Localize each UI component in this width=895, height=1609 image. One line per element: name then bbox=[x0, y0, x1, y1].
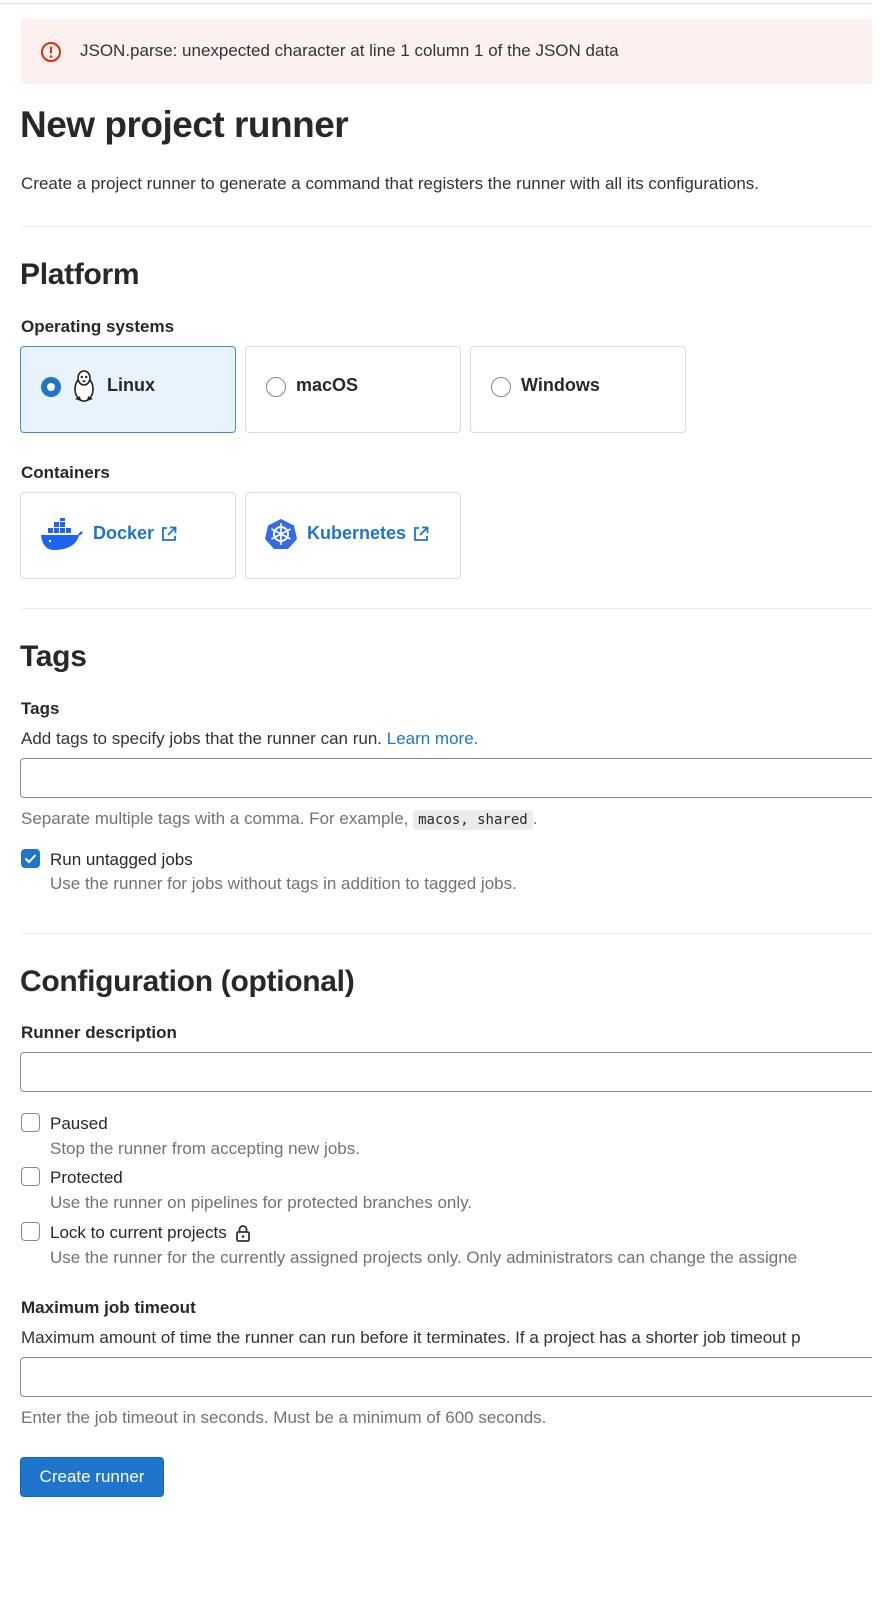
configuration-heading: Configuration (optional) bbox=[20, 965, 355, 998]
error-icon bbox=[41, 42, 61, 62]
tags-description: Add tags to specify jobs that the runner… bbox=[21, 729, 478, 749]
lock-label[interactable]: Lock to current projects bbox=[50, 1223, 251, 1243]
paused-checkbox[interactable] bbox=[21, 1113, 40, 1132]
windows-label: Windows bbox=[521, 375, 600, 395]
alert-message: JSON.parse: unexpected character at line… bbox=[80, 41, 619, 60]
lock-icon bbox=[235, 1225, 250, 1242]
timeout-input[interactable] bbox=[20, 1357, 872, 1397]
run-untagged-checkbox[interactable] bbox=[21, 849, 40, 868]
page-content: JSON.parse: unexpected character at line… bbox=[0, 0, 872, 1609]
protected-label[interactable]: Protected bbox=[50, 1168, 123, 1188]
linux-label: Linux bbox=[107, 375, 155, 395]
protected-checkbox[interactable] bbox=[21, 1167, 40, 1186]
runner-description-input[interactable] bbox=[20, 1052, 872, 1092]
section-divider bbox=[21, 608, 872, 609]
os-option-windows[interactable]: Windows bbox=[470, 346, 686, 433]
container-docker[interactable]: Docker bbox=[20, 492, 236, 579]
checkmark-icon bbox=[24, 854, 37, 864]
platform-heading: Platform bbox=[20, 258, 140, 291]
kubernetes-icon bbox=[265, 519, 297, 549]
lock-help: Use the runner for the currently assigne… bbox=[50, 1248, 798, 1267]
section-divider bbox=[21, 226, 872, 227]
linux-radio[interactable] bbox=[41, 377, 61, 397]
tux-icon bbox=[74, 370, 94, 402]
timeout-label: Maximum job timeout bbox=[21, 1298, 196, 1317]
paused-help: Stop the runner from accepting new jobs. bbox=[50, 1139, 360, 1158]
timeout-help: Enter the job timeout in seconds. Must b… bbox=[21, 1408, 547, 1427]
macos-radio[interactable] bbox=[266, 377, 286, 397]
page-description: Create a project runner to generate a co… bbox=[21, 174, 759, 193]
learn-more-link[interactable]: Learn more. bbox=[387, 729, 479, 748]
docker-link[interactable]: Docker bbox=[93, 523, 178, 544]
run-untagged-help: Use the runner for jobs without tags in … bbox=[50, 874, 517, 893]
tags-help-suffix: . bbox=[532, 809, 538, 828]
kubernetes-label: Kubernetes bbox=[307, 523, 407, 543]
tags-label: Tags bbox=[21, 699, 60, 718]
container-kubernetes[interactable]: Kubernetes bbox=[245, 492, 461, 579]
lock-checkbox[interactable] bbox=[21, 1222, 40, 1241]
page-title: New project runner bbox=[20, 104, 349, 145]
section-divider bbox=[21, 933, 872, 934]
external-link-icon bbox=[414, 526, 429, 541]
tags-heading: Tags bbox=[20, 640, 87, 673]
kubernetes-link[interactable]: Kubernetes bbox=[307, 523, 430, 544]
tags-help-prefix: Separate multiple tags with a comma. For… bbox=[21, 809, 409, 828]
lock-label-text: Lock to current projects bbox=[50, 1223, 227, 1242]
paused-label[interactable]: Paused bbox=[50, 1114, 108, 1134]
external-link-icon bbox=[162, 526, 177, 541]
error-alert: JSON.parse: unexpected character at line… bbox=[21, 19, 872, 84]
containers-label: Containers bbox=[21, 463, 110, 482]
tags-description-text: Add tags to specify jobs that the runner… bbox=[21, 729, 382, 748]
os-label: Operating systems bbox=[21, 317, 175, 336]
tags-help-code: macos, shared bbox=[413, 810, 533, 830]
timeout-description: Maximum amount of time the runner can ru… bbox=[21, 1328, 801, 1347]
os-option-macos[interactable]: macOS bbox=[245, 346, 461, 433]
docker-label: Docker bbox=[93, 523, 155, 543]
docker-icon bbox=[41, 518, 83, 550]
protected-help: Use the runner on pipelines for protecte… bbox=[50, 1193, 473, 1212]
os-option-linux[interactable]: Linux bbox=[20, 346, 236, 433]
runner-description-label: Runner description bbox=[21, 1023, 177, 1042]
run-untagged-label[interactable]: Run untagged jobs bbox=[50, 850, 193, 870]
windows-radio[interactable] bbox=[491, 377, 511, 397]
tags-help: Separate multiple tags with a comma. For… bbox=[21, 809, 538, 830]
create-runner-button[interactable]: Create runner bbox=[20, 1457, 164, 1497]
tags-input[interactable] bbox=[20, 758, 872, 798]
macos-label: macOS bbox=[296, 375, 359, 395]
